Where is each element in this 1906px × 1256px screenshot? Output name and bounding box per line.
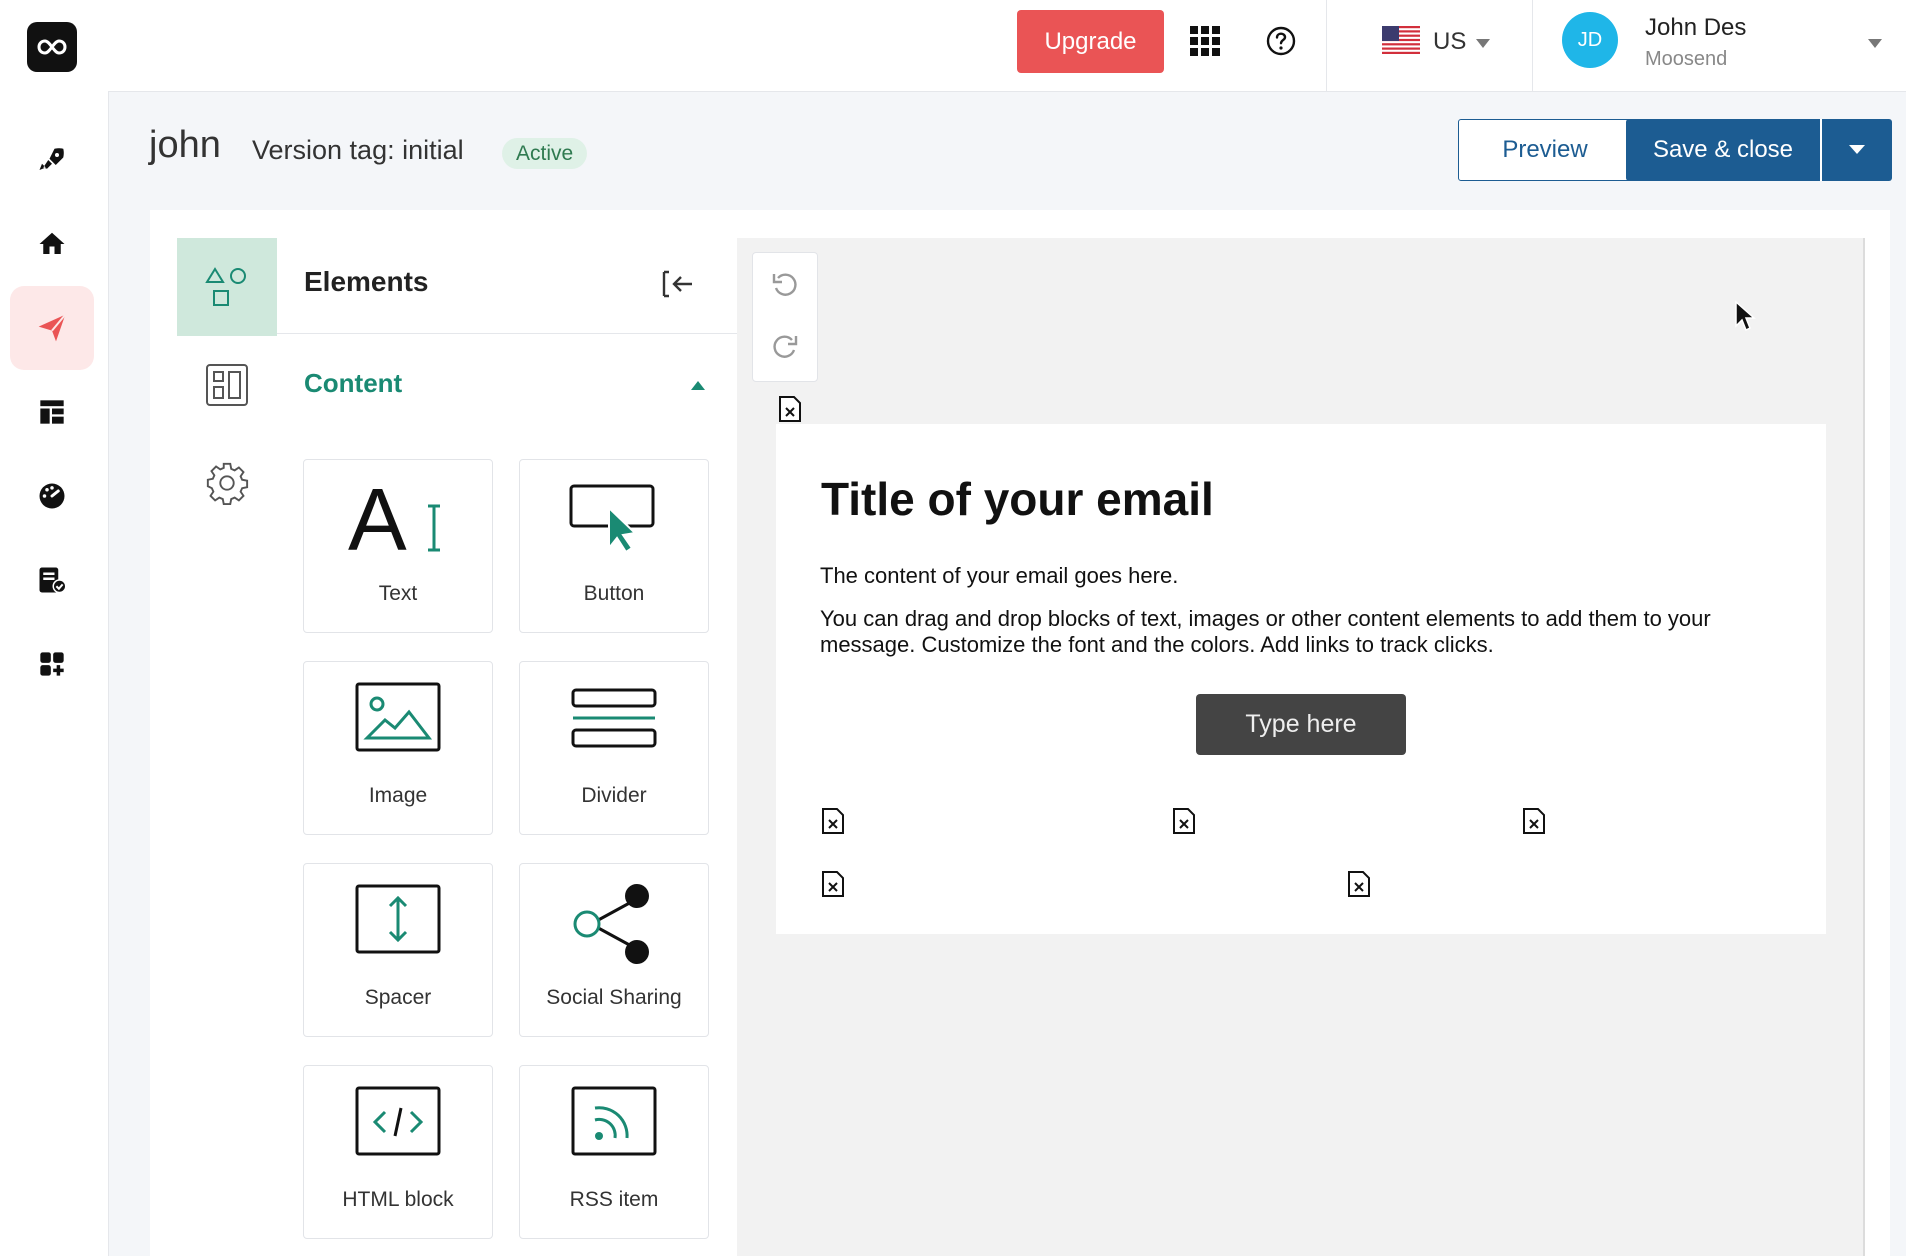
code-icon xyxy=(355,1086,441,1156)
spacer-icon xyxy=(355,884,441,954)
element-card-label: Spacer xyxy=(364,986,432,1009)
header-divider xyxy=(1326,0,1327,91)
collapse-panel-icon[interactable] xyxy=(662,270,694,303)
moosend-logo[interactable] xyxy=(27,22,77,72)
home-icon[interactable] xyxy=(10,202,94,286)
broken-image-icon[interactable] xyxy=(1171,807,1197,840)
element-card-label: Social Sharing xyxy=(546,986,682,1009)
image-icon xyxy=(355,682,441,752)
email-paragraph[interactable]: The content of your email goes here. xyxy=(820,563,1178,589)
preview-button[interactable]: Preview xyxy=(1458,119,1632,181)
mouse-cursor-icon xyxy=(1734,300,1756,337)
locale-chevron-down-icon[interactable] xyxy=(1476,36,1490,54)
rss-icon xyxy=(571,1086,657,1156)
element-card-social-sharing[interactable]: Social Sharing xyxy=(519,863,709,1037)
element-card-label: Text xyxy=(378,582,418,605)
shapes-icon xyxy=(205,267,246,306)
element-card-label: Button xyxy=(583,582,645,605)
element-card-text[interactable]: A Text xyxy=(303,459,493,633)
divider-icon xyxy=(571,688,657,748)
element-card-button[interactable]: Button xyxy=(519,459,709,633)
us-flag-icon xyxy=(1382,26,1420,59)
integrations-add-icon[interactable] xyxy=(10,622,94,706)
tab-settings[interactable] xyxy=(177,434,277,532)
top-header xyxy=(108,0,1906,92)
header-divider xyxy=(1532,0,1533,91)
undo-icon[interactable] xyxy=(770,270,800,305)
status-badge: Active xyxy=(502,138,588,169)
chevron-up-icon[interactable] xyxy=(691,377,705,395)
locale-selector[interactable]: US xyxy=(1433,28,1466,56)
left-navigation xyxy=(0,0,109,1256)
avatar[interactable]: JD xyxy=(1562,12,1618,68)
element-card-rss-item[interactable]: RSS item xyxy=(519,1065,709,1239)
element-card-label: RSS item xyxy=(569,1188,659,1211)
share-icon xyxy=(573,884,649,964)
save-close-button[interactable]: Save & close xyxy=(1626,119,1820,181)
element-card-spacer[interactable]: Spacer xyxy=(303,863,493,1037)
user-menu-chevron-down-icon[interactable] xyxy=(1868,36,1882,54)
broken-image-icon[interactable] xyxy=(1521,807,1547,840)
help-icon[interactable] xyxy=(1266,26,1296,61)
element-card-html-block[interactable]: HTML block xyxy=(303,1065,493,1239)
user-name: John Des xyxy=(1645,14,1747,41)
broken-image-icon[interactable] xyxy=(820,807,846,840)
save-options-dropdown-button[interactable] xyxy=(1822,119,1892,181)
broken-image-icon[interactable] xyxy=(1346,870,1372,903)
rocket-icon[interactable] xyxy=(10,118,94,202)
element-card-divider[interactable]: Divider xyxy=(519,661,709,835)
tab-layout[interactable] xyxy=(177,336,277,434)
user-organization: Moosend xyxy=(1645,48,1728,70)
element-card-label: Divider xyxy=(581,784,647,807)
layout-icon xyxy=(206,364,248,406)
email-paragraph[interactable]: You can drag and drop blocks of text, im… xyxy=(820,606,1760,658)
campaigns-send-icon[interactable] xyxy=(10,286,94,370)
canvas-scrollbar[interactable] xyxy=(1863,238,1865,1256)
redo-icon[interactable] xyxy=(770,332,800,367)
chevron-down-icon xyxy=(1849,145,1865,154)
panel-divider xyxy=(277,333,737,334)
elements-panel-title: Elements xyxy=(304,266,429,297)
tab-elements[interactable] xyxy=(177,238,277,336)
button-icon xyxy=(569,484,655,554)
email-cta-button[interactable]: Type here xyxy=(1196,694,1406,755)
forms-check-icon[interactable] xyxy=(10,538,94,622)
svg-text:A: A xyxy=(348,478,407,564)
element-card-image[interactable]: Image xyxy=(303,661,493,835)
apps-grid-icon[interactable] xyxy=(1190,26,1220,61)
campaign-title: john xyxy=(149,124,221,166)
version-tag: Version tag: initial xyxy=(252,135,464,165)
element-card-label: HTML block xyxy=(342,1188,454,1211)
broken-image-icon[interactable] xyxy=(820,870,846,903)
templates-grid-icon[interactable] xyxy=(10,370,94,454)
email-title[interactable]: Title of your email xyxy=(821,472,1214,526)
element-card-label: Image xyxy=(368,784,428,807)
upgrade-button[interactable]: Upgrade xyxy=(1017,10,1164,73)
text-icon: A xyxy=(348,478,440,564)
dashboard-gauge-icon[interactable] xyxy=(10,454,94,538)
gear-icon xyxy=(206,462,249,506)
content-section-header[interactable]: Content xyxy=(304,368,402,399)
